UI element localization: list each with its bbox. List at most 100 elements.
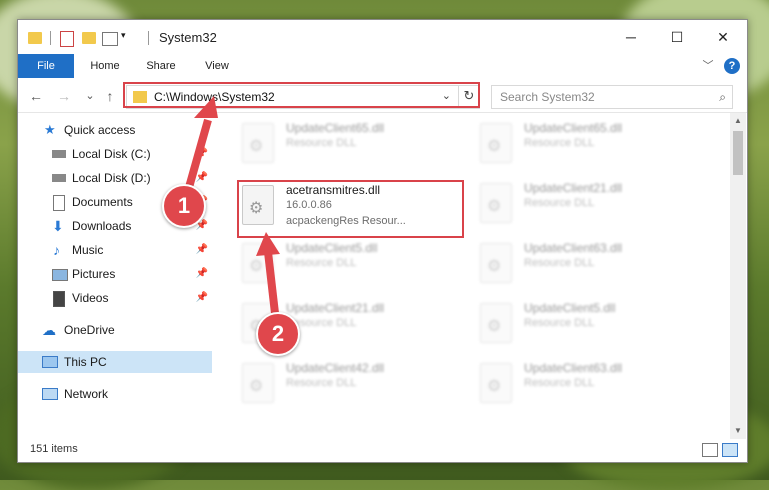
tab-home[interactable]: Home (80, 54, 130, 78)
dll-file-icon (480, 243, 512, 283)
toolbar-separator (50, 31, 51, 45)
computer-icon (42, 356, 58, 368)
document-icon (53, 195, 65, 211)
scroll-down-icon[interactable]: ▼ (730, 423, 746, 439)
callout-badge-1: 1 (162, 184, 206, 228)
explorer-window: ▾ System32 ─ ☐ ✕ File Home Share View ﹀ … (17, 19, 748, 463)
sidebar-item-onedrive[interactable]: ☁ OneDrive (18, 319, 212, 341)
file-name: UpdateClient65.dll (286, 121, 385, 135)
sidebar-item-music[interactable]: ♪ Music 📌 (18, 239, 212, 261)
sidebar-item-label: Local Disk (D:) (72, 171, 151, 185)
search-placeholder: Search System32 (500, 90, 595, 104)
list-item[interactable]: UpdateClient21.dll Resource DLL (476, 177, 706, 229)
sidebar-item-label: Downloads (72, 219, 132, 233)
search-icon[interactable]: ⌕ (719, 90, 726, 105)
tiles-view-icon[interactable] (722, 443, 738, 457)
toolbar-separator (148, 31, 149, 45)
file-name: UpdateClient21.dll (286, 301, 385, 315)
file-name: UpdateClient21.dll (524, 181, 623, 195)
dll-file-icon (242, 243, 274, 283)
file-list: UpdateClient65.dll Resource DLL UpdateCl… (218, 113, 730, 439)
pin-icon: 📌 (195, 268, 208, 279)
drive-icon (52, 150, 66, 158)
details-view-icon[interactable] (702, 443, 718, 457)
picture-icon (52, 269, 68, 281)
dll-file-icon (242, 363, 274, 403)
sidebar-item-label: Local Disk (C:) (72, 147, 151, 161)
network-icon (42, 388, 58, 400)
list-item[interactable]: UpdateClient42.dll Resource DLL (238, 357, 468, 409)
drive-icon (52, 174, 66, 182)
file-name: UpdateClient42.dll (286, 361, 385, 375)
help-icon[interactable]: ? (724, 58, 740, 74)
new-folder-icon[interactable] (82, 32, 96, 44)
file-name: UpdateClient63.dll (524, 241, 623, 255)
dll-file-icon (480, 123, 512, 163)
file-type: Resource DLL (286, 377, 357, 389)
file-type: Resource DLL (524, 197, 595, 209)
minimize-button[interactable]: ─ (608, 20, 654, 54)
file-highlight-box (237, 180, 464, 238)
file-name: UpdateClient5.dll (524, 301, 616, 315)
forward-button[interactable]: → (54, 86, 74, 106)
sidebar-item-local-disk-c[interactable]: Local Disk (C:) 📌 (18, 143, 212, 165)
maximize-button[interactable]: ☐ (654, 20, 700, 54)
scroll-thumb[interactable] (733, 131, 743, 175)
file-type: Resource DLL (524, 257, 595, 269)
address-highlight-box (123, 82, 480, 108)
close-button[interactable]: ✕ (700, 20, 746, 54)
list-item[interactable]: UpdateClient63.dll Resource DLL (476, 237, 706, 289)
dll-file-icon (480, 303, 512, 343)
file-type: Resource DLL (524, 137, 595, 149)
back-button[interactable]: ← (26, 86, 46, 106)
sidebar-item-videos[interactable]: Videos 📌 (18, 287, 212, 309)
sidebar-item-label: Network (64, 387, 109, 401)
list-item[interactable]: UpdateClient63.dll Resource DLL (476, 357, 706, 409)
search-input[interactable]: Search System32 ⌕ (491, 85, 733, 109)
sidebar-item-label: This PC (64, 355, 107, 369)
sidebar-item-network[interactable]: Network (18, 383, 212, 405)
file-type: Resource DLL (286, 257, 357, 269)
dll-file-icon (242, 123, 274, 163)
folder-icon (28, 32, 42, 44)
customize-toolbar-icon[interactable] (102, 32, 118, 46)
sidebar-item-quick-access[interactable]: ★ Quick access (18, 119, 212, 141)
sidebar-item-pictures[interactable]: Pictures 📌 (18, 263, 212, 285)
sidebar-item-label: Documents (72, 195, 133, 209)
sidebar-item-label: OneDrive (64, 323, 115, 337)
pin-icon: 📌 (195, 148, 208, 159)
file-name: UpdateClient65.dll (524, 121, 623, 135)
list-item[interactable]: UpdateClient65.dll Resource DLL (476, 117, 706, 169)
item-count: 151 items (30, 443, 78, 455)
file-type: Resource DLL (524, 317, 595, 329)
tab-share[interactable]: Share (136, 54, 186, 78)
list-item[interactable]: UpdateClient5.dll Resource DLL (238, 237, 468, 289)
window-title: System32 (159, 30, 217, 45)
sidebar-item-label: Music (72, 243, 104, 257)
ribbon-expand-icon[interactable]: ﹀ (698, 54, 718, 78)
tab-view[interactable]: View (192, 54, 242, 78)
list-item[interactable]: UpdateClient5.dll Resource DLL (476, 297, 706, 349)
title-bar: ▾ System32 ─ ☐ ✕ (18, 20, 747, 54)
sidebar-item-label: Quick access (64, 123, 136, 137)
file-name: UpdateClient63.dll (524, 361, 623, 375)
sidebar-item-label: Videos (72, 291, 109, 305)
download-icon: ⬇ (52, 218, 64, 234)
video-icon (53, 291, 65, 307)
tab-file[interactable]: File (18, 54, 74, 78)
list-item[interactable]: UpdateClient65.dll Resource DLL (238, 117, 468, 169)
vertical-scrollbar[interactable]: ▲ ▼ (730, 113, 746, 439)
sidebar-item-this-pc[interactable]: This PC (18, 351, 212, 373)
chevron-down-icon[interactable]: ▾ (121, 30, 126, 46)
cloud-icon: ☁ (42, 322, 56, 338)
pin-icon: 📌 (195, 292, 208, 303)
status-bar: 151 items (18, 439, 747, 461)
properties-icon[interactable] (60, 31, 74, 47)
up-button[interactable]: ↑ (100, 86, 120, 106)
file-type: Resource DLL (286, 137, 357, 149)
scroll-up-icon[interactable]: ▲ (730, 113, 746, 129)
dll-file-icon (480, 363, 512, 403)
file-name: UpdateClient5.dll (286, 241, 378, 255)
recent-locations-button[interactable]: ⌄ (80, 86, 100, 106)
star-icon: ★ (44, 122, 56, 137)
